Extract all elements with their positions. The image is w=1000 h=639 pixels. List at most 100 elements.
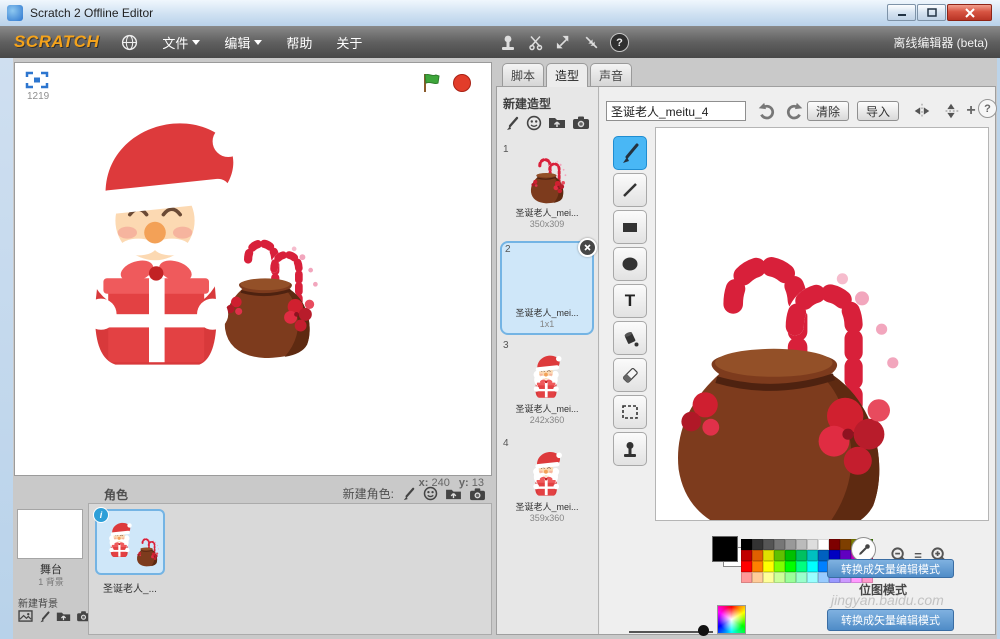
palette-swatch[interactable] — [763, 561, 774, 572]
maximize-button[interactable] — [917, 4, 946, 21]
paint-help-button[interactable]: ? — [978, 99, 997, 118]
palette-swatch[interactable] — [741, 572, 752, 583]
palette-swatch[interactable] — [785, 539, 796, 550]
palette-swatch[interactable] — [774, 561, 785, 572]
minimize-button[interactable] — [887, 4, 916, 21]
palette-swatch[interactable] — [774, 550, 785, 561]
set-costume-center-button[interactable]: + — [962, 100, 980, 122]
ellipse-tool[interactable] — [613, 247, 647, 281]
brush-size-slider-thumb[interactable] — [698, 625, 709, 636]
stamp-tool[interactable] — [613, 432, 647, 466]
backdrop-library-icon[interactable] — [18, 610, 33, 622]
text-tool[interactable]: T — [613, 284, 647, 318]
menu-help[interactable]: 帮助 — [286, 33, 312, 52]
upload-costume-icon[interactable] — [548, 115, 566, 129]
palette-swatch[interactable] — [752, 572, 763, 583]
brush-tool[interactable] — [613, 136, 647, 170]
palette-swatch[interactable] — [807, 572, 818, 583]
stage[interactable]: 1219 — [14, 62, 492, 476]
paint-sprite-icon[interactable] — [401, 486, 416, 501]
palette-swatch[interactable] — [796, 550, 807, 561]
menu-about[interactable]: 关于 — [336, 33, 362, 52]
paint-costume-icon[interactable] — [504, 115, 520, 131]
palette-swatch[interactable] — [763, 539, 774, 550]
camera-costume-icon[interactable] — [572, 115, 590, 130]
palette-swatch[interactable] — [796, 572, 807, 583]
santa-sprite-image[interactable] — [41, 79, 281, 367]
palette-swatch[interactable] — [840, 539, 851, 550]
flip-horizontal-button[interactable] — [909, 100, 935, 122]
palette-swatch[interactable] — [752, 550, 763, 561]
tab-scripts[interactable]: 脚本 — [502, 63, 544, 86]
watermark-text: jingyan.baidu.com — [831, 592, 944, 608]
convert-to-vector-button[interactable]: 转换成矢量编辑模式 — [827, 609, 954, 631]
palette-swatch[interactable] — [818, 539, 829, 550]
stamp-icon — [618, 437, 642, 461]
paint-backdrop-icon[interactable] — [38, 610, 51, 623]
duplicate-tool-button[interactable] — [498, 33, 517, 52]
palette-swatch[interactable] — [763, 550, 774, 561]
tab-sounds[interactable]: 声音 — [590, 63, 632, 86]
convert-to-vector-label: 转换成矢量编辑模式 — [841, 561, 940, 577]
import-button[interactable]: 导入 — [857, 101, 899, 121]
sprite-library-icon[interactable] — [423, 486, 438, 501]
costume-item-4[interactable]: 4 圣诞老人_mei... 359x360 — [500, 437, 594, 531]
palette-swatch[interactable] — [741, 561, 752, 572]
costume-name-input[interactable] — [606, 101, 746, 121]
palette-swatch[interactable] — [774, 539, 785, 550]
palette-swatch[interactable] — [774, 572, 785, 583]
sprite-thumbnail-selected[interactable]: i — [95, 509, 165, 575]
fill-tool[interactable] — [613, 321, 647, 355]
block-help-button[interactable]: ? — [610, 33, 629, 52]
palette-swatch[interactable] — [807, 550, 818, 561]
upload-sprite-icon[interactable] — [445, 487, 462, 500]
palette-swatch[interactable] — [752, 539, 763, 550]
costume-library-icon[interactable] — [526, 115, 542, 131]
undo-icon — [755, 101, 777, 121]
tab-costumes[interactable]: 造型 — [546, 63, 588, 87]
close-button[interactable] — [947, 4, 992, 21]
camera-sprite-icon[interactable] — [469, 487, 486, 501]
costume-item-2-selected[interactable]: 2 圣诞老人_mei... 1x1 — [500, 241, 594, 335]
delete-tool-button[interactable] — [526, 33, 545, 52]
paint-canvas[interactable] — [655, 127, 989, 521]
costume-item-3[interactable]: 3 圣诞老人_mei... 242x360 — [500, 339, 594, 433]
redo-button[interactable] — [782, 100, 808, 122]
clear-button[interactable]: 清除 — [807, 101, 849, 121]
palette-swatch[interactable] — [785, 572, 796, 583]
language-button[interactable] — [121, 34, 138, 51]
eraser-tool[interactable] — [613, 358, 647, 392]
undo-button[interactable] — [753, 100, 779, 122]
flip-vertical-button[interactable] — [938, 100, 964, 122]
menu-edit[interactable]: 编辑 — [224, 33, 262, 52]
palette-swatch[interactable] — [796, 561, 807, 572]
costume-item-1[interactable]: 1 圣诞老人_mei... 350x309 — [500, 143, 594, 237]
palette-swatch[interactable] — [741, 550, 752, 561]
rainbow-color-picker[interactable] — [717, 605, 746, 634]
palette-swatch[interactable] — [829, 539, 840, 550]
grow-tool-button[interactable] — [554, 33, 573, 52]
palette-swatch[interactable] — [785, 550, 796, 561]
shrink-tool-button[interactable] — [582, 33, 601, 52]
palette-swatch[interactable] — [807, 561, 818, 572]
palette-swatch[interactable] — [796, 539, 807, 550]
rectangle-tool[interactable] — [613, 210, 647, 244]
stage-thumbnail[interactable] — [17, 509, 83, 559]
import-label: 导入 — [866, 103, 890, 120]
menu-bar: SCRATCH 文件 编辑 帮助 关于 — [0, 26, 1000, 58]
palette-swatch[interactable] — [807, 539, 818, 550]
palette-swatch[interactable] — [741, 539, 752, 550]
delete-costume-button[interactable] — [578, 238, 597, 257]
green-flag-button[interactable] — [421, 72, 443, 94]
palette-swatch[interactable] — [752, 561, 763, 572]
menu-file[interactable]: 文件 — [162, 33, 200, 52]
stop-button[interactable] — [453, 74, 471, 92]
convert-to-vector-button[interactable]: 转换成矢量编辑模式 — [827, 559, 954, 578]
line-tool[interactable] — [613, 173, 647, 207]
select-tool[interactable] — [613, 395, 647, 429]
current-color-swatch[interactable] — [712, 536, 738, 562]
palette-swatch[interactable] — [763, 572, 774, 583]
scratch-logo[interactable]: SCRATCH — [14, 32, 99, 52]
upload-backdrop-icon[interactable] — [56, 610, 71, 622]
palette-swatch[interactable] — [785, 561, 796, 572]
